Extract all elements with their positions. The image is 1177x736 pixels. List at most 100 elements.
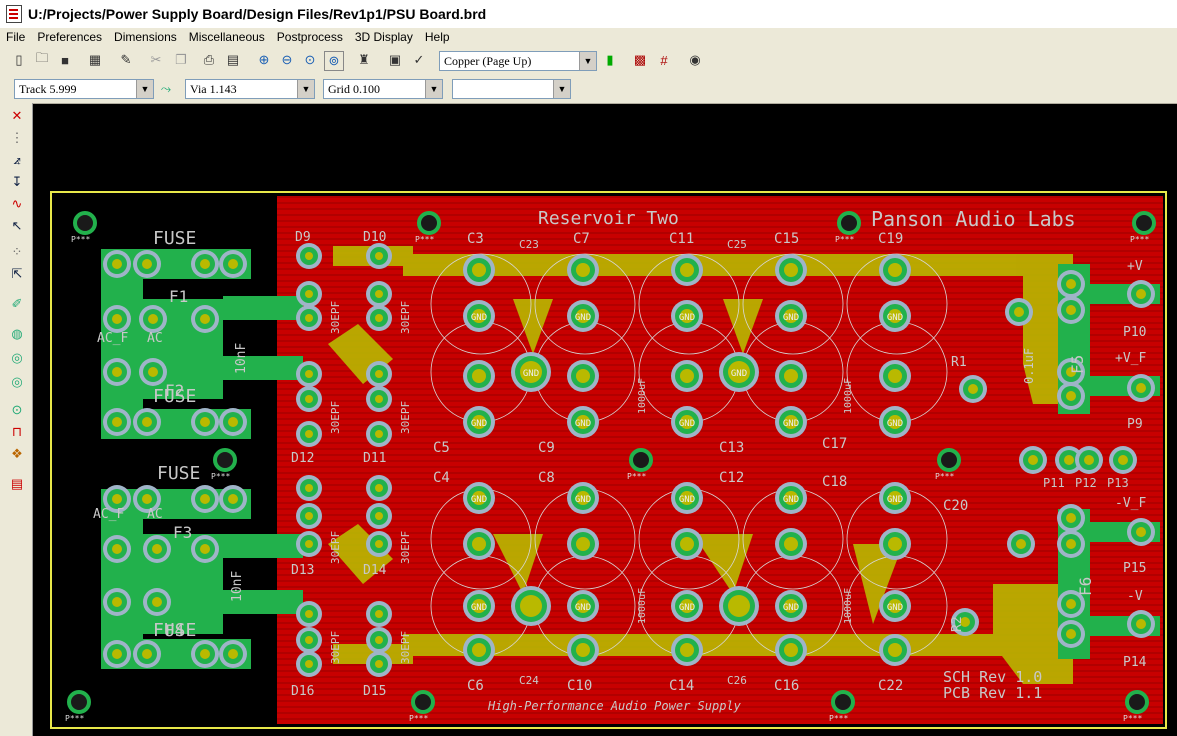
mounting-hole-label: P*** <box>627 472 646 481</box>
layer-icon[interactable]: ◍ <box>7 325 27 343</box>
track-width-select[interactable]: Track 5.999 ▼ <box>14 79 154 99</box>
pad-dots-icon[interactable]: ⁘ <box>7 243 27 261</box>
center-pad-gnd: GND <box>511 352 551 392</box>
menu-help[interactable]: Help <box>419 30 456 44</box>
diode-part-2: 30EPF <box>399 301 412 334</box>
zoom-fit-icon[interactable]: ⊙ <box>301 51 319 69</box>
cap-c15: C15 <box>774 231 799 247</box>
zoom-in-icon[interactable]: ⊕ <box>255 51 273 69</box>
port-plus-v: +V <box>1127 259 1143 274</box>
diode-part-4: 30EPF <box>399 401 412 434</box>
chevron-down-icon[interactable]: ▼ <box>579 52 596 70</box>
cap-c13: C13 <box>719 440 744 456</box>
find-icon[interactable]: ♜ <box>355 51 373 69</box>
diode-part-5: 30EPF <box>329 531 342 564</box>
drc-icon[interactable]: ▮ <box>601 51 619 69</box>
menu-3d-display[interactable]: 3D Display <box>349 30 419 44</box>
mounting-hole <box>213 448 237 472</box>
route-style-icon[interactable]: ⤳ <box>157 80 175 98</box>
open-icon[interactable]: 🗀 <box>33 50 51 69</box>
cap-c24: C24 <box>519 674 539 687</box>
chevron-down-icon[interactable]: ▼ <box>425 80 442 98</box>
tools-icon[interactable]: ▣ <box>386 51 404 69</box>
cap-c16: C16 <box>774 678 799 694</box>
save-icon[interactable]: ■ <box>56 51 74 69</box>
fuse-f6: F6 <box>1076 577 1095 596</box>
diode-pad <box>296 305 322 331</box>
chevron-down-icon[interactable]: ▼ <box>136 80 153 98</box>
cap-c9: C9 <box>538 440 555 456</box>
move-icon[interactable]: ⇱ <box>7 265 27 283</box>
component-icon[interactable]: ❖ <box>7 445 27 463</box>
port-p12: P12 <box>1075 476 1097 490</box>
diode-pad <box>296 386 322 412</box>
mounting-hole <box>629 448 653 472</box>
route-icon[interactable]: ⦨ <box>7 151 27 169</box>
cap-c7: C7 <box>573 231 590 247</box>
cap-pad <box>671 254 703 286</box>
delete-icon[interactable]: ✕ <box>7 107 27 125</box>
select-icon[interactable]: ↖ <box>7 217 27 235</box>
zoom-window-icon[interactable]: ⊚ <box>324 51 344 71</box>
cap-c6: C6 <box>467 678 484 694</box>
fuse-f3: F3 <box>173 523 192 542</box>
copy-icon[interactable]: ❐ <box>172 51 190 69</box>
chevron-down-icon[interactable]: ▼ <box>297 80 314 98</box>
layer-color-icon[interactable]: ✓ <box>410 51 428 69</box>
grid-dots-icon[interactable]: ⋮ <box>7 129 27 147</box>
grid-size-select[interactable]: Grid 0.100 ▼ <box>323 79 443 99</box>
net-circle-icon[interactable]: ⊙ <box>7 401 27 419</box>
print-icon[interactable]: ⎙ <box>200 51 218 69</box>
center-pad <box>719 586 759 626</box>
extra-select[interactable]: ▼ <box>452 79 571 99</box>
design-toolbar: Track 5.999 ▼ ⤳ Via 1.143 ▼ Grid 0.100 ▼… <box>0 76 1177 104</box>
edit-pencil-icon[interactable]: ✐ <box>7 295 27 313</box>
fuse-pad <box>219 640 247 668</box>
via-size-select[interactable]: Via 1.143 ▼ <box>185 79 315 99</box>
cap-pad-gnd: GND <box>567 482 599 514</box>
menu-postprocess[interactable]: Postprocess <box>271 30 349 44</box>
net-icon[interactable]: ▩ <box>631 51 649 69</box>
new-icon[interactable]: ▯ <box>10 51 28 69</box>
board-icon[interactable]: ▦ <box>86 51 104 69</box>
cap-pad-gnd: GND <box>671 482 703 514</box>
swap-icon[interactable]: ◎ <box>7 349 27 367</box>
cap-c20: C20 <box>943 498 968 514</box>
app-icon <box>6 5 22 23</box>
edge-pad <box>1057 382 1085 410</box>
pcb-canvas[interactable]: GND GND GND GND GND GND GND GND GND GND GND GND GND G… <box>33 104 1177 736</box>
cap-pad-gnd: GND <box>879 590 911 622</box>
library-icon[interactable]: # <box>655 51 673 69</box>
mounting-hole-label: P*** <box>65 714 84 723</box>
chevron-down-icon[interactable]: ▼ <box>553 80 570 98</box>
fuse-pad <box>219 485 247 513</box>
cap-value-4: 1000uF <box>843 588 854 624</box>
layer-select[interactable]: Copper (Page Up) ▼ <box>439 51 597 71</box>
cap-pad-gnd: GND <box>879 406 911 438</box>
menu-preferences[interactable]: Preferences <box>31 30 108 44</box>
swap2-icon[interactable]: ◎ <box>7 373 27 391</box>
ac-f-label-1: AC_F <box>97 331 128 346</box>
menu-file[interactable]: File <box>0 30 31 44</box>
ac-f-label-2: AC_F <box>93 507 124 522</box>
cap-pad-gnd: GND <box>463 300 495 332</box>
print-preview-icon[interactable]: ▤ <box>224 51 242 69</box>
menu-dimensions[interactable]: Dimensions <box>108 30 183 44</box>
edit-icon[interactable]: ✎ <box>117 51 135 69</box>
mounting-hole <box>937 448 961 472</box>
fuse-pad <box>139 305 167 333</box>
3d-view-icon[interactable]: ◉ <box>686 51 704 69</box>
cut-icon[interactable]: ✂ <box>147 51 165 69</box>
menu-miscellaneous[interactable]: Miscellaneous <box>183 30 271 44</box>
mounting-hole-label: P*** <box>1123 714 1142 723</box>
port-p13: P13 <box>1107 476 1129 490</box>
zoom-out-icon[interactable]: ⊖ <box>278 51 296 69</box>
inductor-icon[interactable]: ∿ <box>7 195 27 213</box>
cap-c10: C10 <box>567 678 592 694</box>
drc-report-icon[interactable]: ▤ <box>7 475 27 493</box>
measure-icon[interactable]: ↧ <box>7 173 27 191</box>
diode-pad <box>366 651 392 677</box>
diode-pad <box>366 281 392 307</box>
track-icon[interactable]: ⊓ <box>7 423 27 441</box>
edge-pad <box>1005 298 1033 326</box>
